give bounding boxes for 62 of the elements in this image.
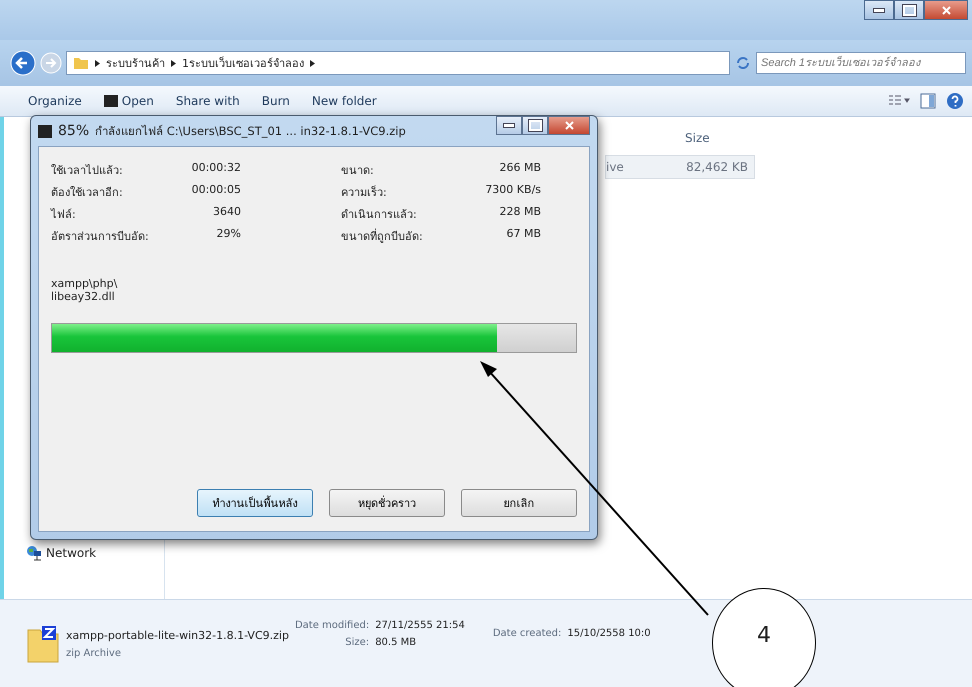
detail-value: 80.5 MB [375,636,418,648]
detail-label: Date created: [492,628,562,639]
close-button[interactable] [924,0,968,20]
chevron-icon [95,60,100,66]
stat-label: ขนาด: [341,163,375,179]
stat-value: 67 MB [505,227,541,242]
chevron-icon [310,60,315,66]
close-icon [564,121,574,130]
refresh-icon[interactable] [734,54,752,72]
detail-label: Date modified: [294,620,370,630]
maximize-button[interactable] [522,116,548,135]
detail-value: 15/10/2558 10:0 [567,628,651,639]
detail-value: 27/11/2555 21:54 [375,620,465,630]
dialog-button[interactable]: หยุดชั่วคราว [329,489,445,517]
zip-file-icon [26,624,60,664]
stat-value: 00:00:05 [192,183,241,198]
close-icon [942,6,950,14]
stat-value: 00:00:32 [192,161,241,176]
address-bar[interactable]: ระบบร้านค้า 1ระบบเว็บเซอเวอร์จำลอง [66,51,730,75]
back-icon[interactable] [10,50,36,76]
stat-value: 266 MB [498,161,541,176]
stat-label: ดำเนินการแล้ว: [341,207,418,223]
minimize-button[interactable] [496,116,522,135]
dialog-button[interactable]: ทำงานเป็นพื้นหลัง [197,489,313,517]
network-icon [26,545,42,561]
help-icon[interactable] [946,92,964,110]
current-file-path: libeay32.dll [51,290,116,303]
toolbar-button[interactable]: Burn [256,92,296,110]
stat-label: ต้องใช้เวลาอีก: [51,185,124,201]
search-field[interactable]: Search 1ระบบเว็บเซอเวอร์จำลอง [756,52,966,74]
maximize-button[interactable] [894,0,924,20]
file-name: xampp-portable-lite-win32-1.8.1-VC9.zip [66,628,289,642]
stat-value: 29% [216,227,241,242]
dialog-title-percent: 85% [58,123,90,139]
toolbar-button[interactable]: New folder [306,92,383,110]
stat-value: 228 MB [498,205,541,220]
stat-label: ไฟล์: [51,207,77,223]
column-header[interactable]: Size [685,131,710,145]
minimize-button[interactable] [864,0,894,20]
stat-label: ใช้เวลาไปแล้ว: [51,163,124,179]
chevron-icon [171,60,176,66]
stat-label: ความเร็ว: [341,184,388,201]
stat-label: อัตราส่วนการบีบอัด: [51,229,150,245]
detail-label: Size: [344,636,370,648]
toolbar-button[interactable]: Share with [170,92,246,110]
dialog-title: กำลังแยกไฟล์ C:\Users\BSC_ST_01 ... in32-1.8.1-VC9.zip [95,123,407,140]
close-button[interactable] [548,116,590,135]
stat-value: 7300 KB/s [485,183,541,198]
breadcrumb-item[interactable]: ระบบร้านค้า [106,54,165,72]
stat-label: ขนาดที่ถูกบีบอัด: [341,228,424,245]
file-row[interactable]: ive 82,462 KB [605,155,755,179]
dialog-button[interactable]: ยกเลิก [461,489,577,517]
preview-pane-icon[interactable] [920,93,936,109]
callout-number: 4 [712,588,816,687]
nav-item[interactable]: Network [46,546,96,560]
stat-value: 3640 [212,205,241,220]
breadcrumb-item[interactable]: 1ระบบเว็บเซอเวอร์จำลอง [182,54,304,72]
file-type: zip Archive [66,648,122,658]
current-file-path: xampp\php\ [51,277,118,290]
toolbar-button[interactable]: Open [98,92,160,110]
folder-icon [73,56,89,70]
toolbar-button[interactable]: Organize [22,92,88,110]
